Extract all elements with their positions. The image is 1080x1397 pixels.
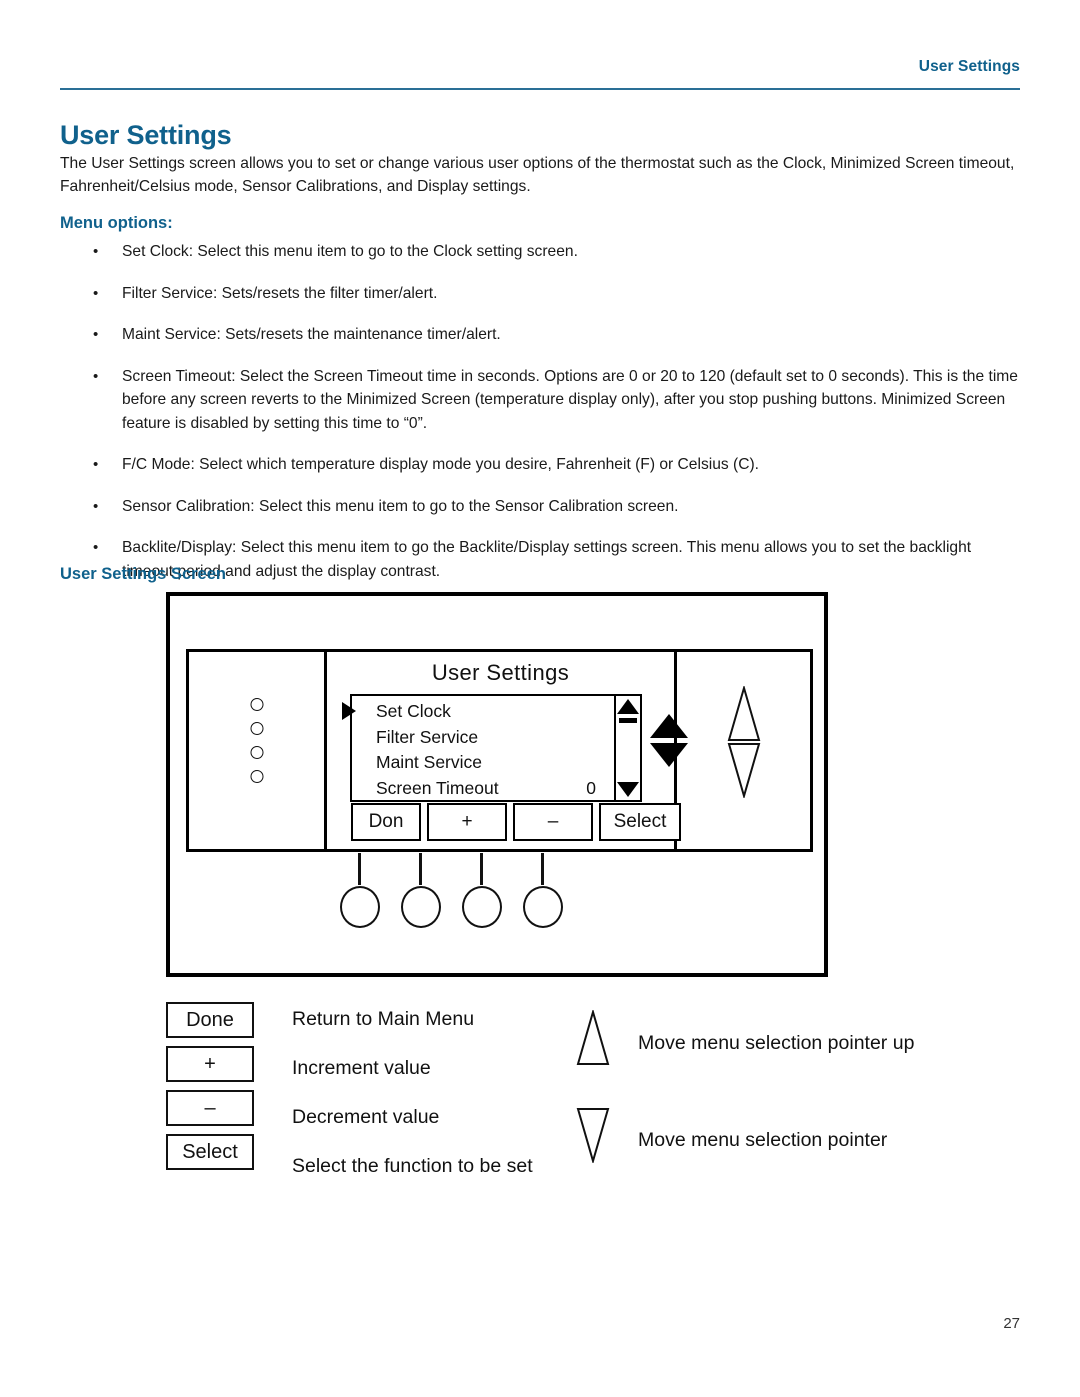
- thermostat-diagram: User Settings Set Clock Filter Service M…: [166, 592, 828, 977]
- legend-arrow-up-row: Move menu selection pointer up: [576, 1010, 1080, 1107]
- lcd-menu-list: Set Clock Filter Service Maint Service S…: [376, 699, 612, 801]
- lcd-menu-item-label: Maint Service: [376, 752, 483, 772]
- bullet-icon: •: [93, 367, 99, 385]
- physical-button[interactable]: [523, 886, 563, 928]
- menu-options-heading: Menu options:: [60, 214, 173, 232]
- physical-button-row: [340, 886, 566, 932]
- physical-button[interactable]: [340, 886, 380, 928]
- lcd-menu-item[interactable]: Maint Service: [376, 750, 612, 776]
- triangle-up-outline-icon: [727, 686, 760, 741]
- triangle-down-outline-icon: [576, 1108, 610, 1163]
- connector-line: [358, 853, 361, 885]
- lcd-menu-item[interactable]: Screen Timeout 0: [376, 776, 612, 802]
- header-divider: [60, 88, 1020, 90]
- lcd-menu-box: Set Clock Filter Service Maint Service S…: [342, 694, 642, 802]
- led-indicator-icon: [250, 722, 263, 735]
- outline-arrow-group: [727, 686, 761, 798]
- list-item: • Set Clock: Select this menu item to go…: [60, 240, 1025, 264]
- softkey-row: Don + – Select: [351, 803, 681, 841]
- led-indicator-icon: [250, 698, 263, 711]
- list-item-text: Set Clock: Select this menu item to go t…: [122, 243, 578, 260]
- lcd-scrollbar[interactable]: [614, 696, 640, 800]
- connector-line: [541, 853, 544, 885]
- list-item: • Maint Service: Sets/resets the mainten…: [60, 323, 1025, 347]
- lcd-screen-title: User Settings: [431, 660, 570, 685]
- softkey-increment-button[interactable]: +: [427, 803, 507, 841]
- list-item: • Sensor Calibration: Select this menu i…: [60, 495, 1025, 519]
- lcd-menu-item-value: 0: [586, 777, 596, 798]
- bullet-icon: •: [93, 497, 99, 515]
- page-number: 27: [1003, 1315, 1020, 1332]
- list-item-text: Filter Service: Sets/resets the filter t…: [122, 284, 438, 302]
- scroll-down-arrow-icon[interactable]: [617, 782, 639, 797]
- list-item: • Screen Timeout: Select the Screen Time…: [60, 365, 1025, 436]
- arrow-legend-panel: [677, 652, 810, 849]
- list-item-text: F/C Mode: Select which temperature displ…: [122, 456, 759, 473]
- led-indicator-icon: [250, 746, 263, 759]
- page-title: User Settings: [60, 120, 232, 150]
- list-item-text: Sensor Calibration: Select this menu ite…: [122, 497, 679, 515]
- triangle-down-outline-icon: [727, 743, 760, 798]
- indicator-panel: [189, 652, 327, 849]
- list-item-text: Backlite/Display: Select this menu item …: [122, 539, 972, 580]
- softkey-select-label: Select: [613, 811, 667, 832]
- led-indicator-group: [250, 698, 263, 783]
- scroll-up-arrow-icon[interactable]: [617, 699, 639, 714]
- scrollbar-thumb[interactable]: [619, 718, 637, 723]
- running-header: User Settings: [60, 58, 1020, 88]
- lcd-menu-item-label: Screen Timeout: [376, 777, 499, 798]
- menu-selection-pointer-icon: [342, 702, 356, 720]
- list-item-text: Maint Service: Sets/resets the maintenan…: [122, 326, 501, 343]
- connector-line: [480, 853, 483, 885]
- lcd-menu-item[interactable]: Filter Service: [376, 725, 612, 751]
- legend-key-increment: +: [166, 1046, 254, 1082]
- softkey-done-label: Don: [368, 811, 404, 832]
- button-connector-lines: [358, 853, 548, 887]
- legend-arrow-down-row: Move menu selection pointer: [576, 1107, 1080, 1204]
- button-legend: Done + – Select Return to Main Menu Incr…: [166, 1002, 1026, 1202]
- connector-line: [419, 853, 422, 885]
- softkey-decrement-button[interactable]: –: [513, 803, 593, 841]
- bullet-icon: •: [93, 243, 99, 260]
- list-item-text: Screen Timeout: Select the Screen Timeou…: [122, 367, 1018, 432]
- list-item: • Filter Service: Sets/resets the filter…: [60, 282, 1025, 306]
- legend-key-decrement-label: –: [204, 1096, 216, 1119]
- legend-key-decrement: –: [166, 1090, 254, 1126]
- physical-button[interactable]: [462, 886, 502, 928]
- bullet-icon: •: [93, 539, 99, 556]
- legend-key-increment-label: +: [204, 1052, 216, 1075]
- bullet-icon: •: [93, 284, 99, 302]
- softkey-increment-label: +: [461, 811, 473, 832]
- bullet-icon: •: [93, 326, 99, 343]
- lcd-menu-item[interactable]: Set Clock: [376, 699, 612, 725]
- legend-arrow-down-label: Move menu selection pointer: [638, 1129, 888, 1151]
- intro-paragraph: The User Settings screen allows you to s…: [60, 155, 1015, 195]
- lcd-menu-item-label: Filter Service: [376, 726, 479, 747]
- legend-key-select: Select: [166, 1134, 254, 1170]
- menu-options-list: • Set Clock: Select this menu item to go…: [60, 240, 1025, 601]
- lcd-menu-item-label: Set Clock: [376, 701, 451, 721]
- triangle-up-outline-icon: [576, 1010, 610, 1065]
- softkey-done-button[interactable]: Don: [351, 803, 421, 841]
- softkey-decrement-label: –: [547, 811, 559, 832]
- legend-arrow-up-label: Move menu selection pointer up: [638, 1032, 915, 1054]
- lcd-panel: User Settings Set Clock Filter Service M…: [327, 652, 688, 849]
- user-settings-screen-heading: User Settings Screen: [60, 565, 226, 583]
- led-indicator-icon: [250, 770, 263, 783]
- legend-key-select-label: Select: [182, 1140, 238, 1163]
- thermostat-front-panel: User Settings Set Clock Filter Service M…: [186, 649, 813, 852]
- running-header-text: User Settings: [918, 58, 1020, 75]
- physical-button[interactable]: [401, 886, 441, 928]
- list-item: • F/C Mode: Select which temperature dis…: [60, 453, 1025, 477]
- legend-key-column: Done + – Select: [166, 1002, 254, 1178]
- bullet-icon: •: [93, 456, 99, 473]
- legend-arrow-column: Move menu selection pointer up Move menu…: [576, 1010, 1080, 1204]
- legend-key-done-label: Done: [186, 1008, 234, 1031]
- legend-key-done: Done: [166, 1002, 254, 1038]
- softkey-select-button[interactable]: Select: [599, 803, 681, 841]
